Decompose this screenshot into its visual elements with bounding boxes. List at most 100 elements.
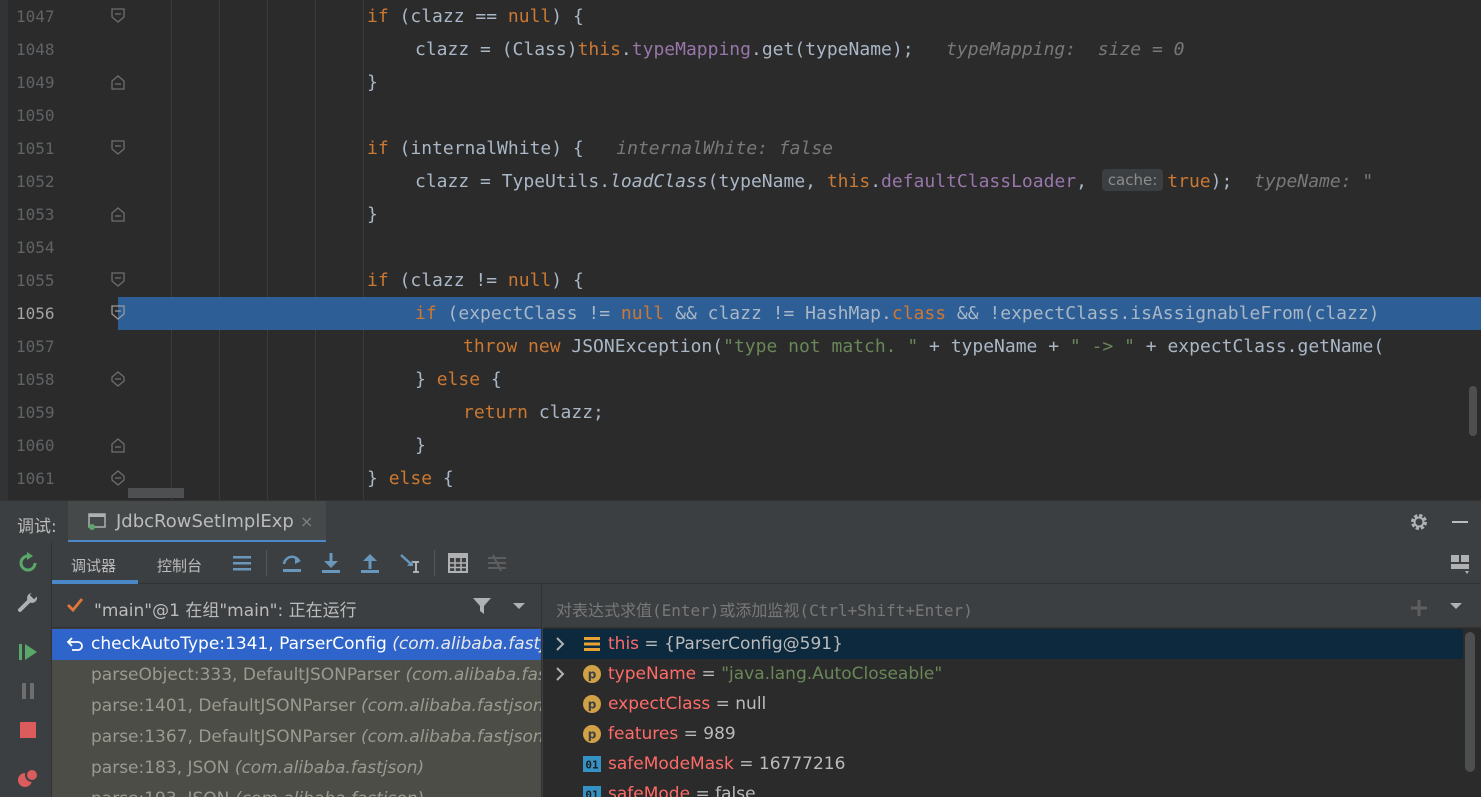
code-line[interactable]: 1060 } <box>0 429 1481 462</box>
line-number: 1052 <box>16 172 55 191</box>
line-number: 1056 <box>16 304 55 323</box>
code-text: if (internalWhite) { internalWhite: fals… <box>367 138 834 159</box>
line-number: 1048 <box>16 40 55 59</box>
line-number: 1053 <box>16 205 55 224</box>
wrench-icon[interactable] <box>16 590 40 614</box>
fold-close-icon[interactable] <box>111 206 125 222</box>
stack-frame[interactable]: parse:1401, DefaultJSONParser (com.aliba… <box>52 691 541 722</box>
variable-row[interactable]: p typeName = "java.lang.AutoCloseable" <box>543 659 1463 689</box>
debug-title-bar: 调试: JdbcRowSetImplExp × <box>0 500 1481 543</box>
minimize-icon[interactable] <box>1452 521 1468 523</box>
code-line[interactable]: 1052 clazz = TypeUtils.loadClass(typeNam… <box>0 165 1481 198</box>
code-line[interactable]: 1054 <box>0 231 1481 264</box>
stack-frame[interactable]: parseObject:333, DefaultJSONParser (com.… <box>52 660 541 691</box>
chevron-down-icon[interactable] <box>512 602 526 610</box>
parameter-icon: p <box>583 725 601 743</box>
stop-icon[interactable] <box>16 718 40 742</box>
frame-label: parse:183, JSON (com.alibaba.fastjson) <box>91 758 425 778</box>
code-line[interactable]: 1048 clazz = (Class)this.typeMapping.get… <box>0 33 1481 66</box>
fold-open-icon[interactable] <box>111 305 125 321</box>
tab-debugger[interactable]: 调试器 <box>71 555 116 576</box>
stack-frame[interactable]: parse:183, JSON (com.alibaba.fastjson) <box>52 753 541 784</box>
fold-open-icon[interactable] <box>111 8 125 24</box>
code-line[interactable]: 1061 } else { <box>0 462 1481 495</box>
code-line[interactable]: 1050 <box>0 99 1481 132</box>
fold-middle-icon[interactable] <box>111 371 125 387</box>
chevron-right-icon[interactable] <box>555 637 565 651</box>
parameter-hint: cache: <box>1101 169 1164 191</box>
fold-close-icon[interactable] <box>111 437 125 453</box>
fold-middle-icon[interactable] <box>111 470 125 486</box>
fields-icon <box>584 637 600 651</box>
code-text: if (clazz != null) { <box>367 270 584 291</box>
scrollbar-thumb[interactable] <box>1465 632 1475 772</box>
variable-row[interactable]: this = {ParserConfig@591} <box>543 629 1463 659</box>
gear-icon[interactable] <box>1408 511 1430 533</box>
line-number: 1059 <box>16 403 55 422</box>
step-out-icon[interactable] <box>358 551 382 575</box>
inline-value-hint: typeMapping: size = 0 <box>946 39 1185 60</box>
menu-lines-icon[interactable] <box>230 551 254 575</box>
variable-row[interactable]: 01 safeModeMask = 16777216 <box>543 749 1463 779</box>
thread-selector[interactable]: "main"@1 在组"main": 正在运行 <box>52 584 541 628</box>
code-line[interactable]: 1059 return clazz; <box>0 396 1481 429</box>
step-into-icon[interactable] <box>319 551 343 575</box>
line-number: 1057 <box>16 337 55 356</box>
tab-console[interactable]: 控制台 <box>157 555 202 576</box>
trace-icon[interactable] <box>485 551 509 575</box>
rerun-icon[interactable] <box>16 551 40 575</box>
resume-icon[interactable] <box>16 640 40 664</box>
variable-row[interactable]: 01 safeMode = false <box>543 779 1463 797</box>
code-editor[interactable]: 1047 if (clazz == null) { 1048 clazz = (… <box>0 0 1481 500</box>
code-text: if (expectClass != null && clazz != Hash… <box>415 303 1380 324</box>
stack-frame[interactable]: parse:193, JSON (com.alibaba.fastjson) <box>52 784 541 797</box>
variable-row[interactable]: p expectClass = null <box>543 689 1463 719</box>
fold-close-icon[interactable] <box>111 74 125 90</box>
evaluate-expression-bar[interactable]: 对表达式求值(Enter)或添加监视(Ctrl+Shift+Enter) <box>543 584 1481 628</box>
editor-vertical-scrollbar[interactable] <box>1469 386 1477 436</box>
variable-text: this = {ParserConfig@591} <box>608 634 843 654</box>
evaluate-expression-icon[interactable] <box>446 551 470 575</box>
current-execution-line[interactable]: 1056 if (expectClass != null && clazz !=… <box>0 297 1481 330</box>
svg-text:01: 01 <box>585 759 599 772</box>
add-watch-icon[interactable] <box>1409 598 1429 618</box>
variables-scrollbar[interactable] <box>1465 632 1475 797</box>
return-arrow-icon <box>66 637 83 651</box>
code-line[interactable]: 1053 } <box>0 198 1481 231</box>
stack-frame[interactable]: checkAutoType:1341, ParserConfig (com.al… <box>52 629 541 660</box>
variable-row[interactable]: p features = 989 <box>543 719 1463 749</box>
frame-label: parse:1367, DefaultJSONParser (com.aliba… <box>91 727 542 747</box>
view-breakpoints-icon[interactable] <box>16 766 40 790</box>
application-icon <box>88 513 106 530</box>
line-number: 1055 <box>16 271 55 290</box>
chevron-down-icon[interactable] <box>1449 602 1463 610</box>
code-line[interactable]: 1058 } else { <box>0 363 1481 396</box>
close-tab-icon[interactable]: × <box>300 512 313 531</box>
chevron-right-icon[interactable] <box>555 667 565 681</box>
code-line[interactable]: 1055 if (clazz != null) { <box>0 264 1481 297</box>
frame-label: parse:193, JSON (com.alibaba.fastjson) <box>91 784 424 797</box>
svg-text:p: p <box>588 668 597 682</box>
debugger-toolbar: 调试器 控制台 <box>52 542 1481 584</box>
filter-icon[interactable] <box>472 597 492 615</box>
code-text: } else { <box>367 468 454 489</box>
editor-horizontal-scrollbar[interactable] <box>128 488 184 498</box>
layout-settings-icon[interactable] <box>1448 551 1472 575</box>
run-config-tab[interactable]: JdbcRowSetImplExp × <box>68 501 326 543</box>
code-line[interactable]: 1057 throw new JSONException("type not m… <box>0 330 1481 363</box>
fold-open-icon[interactable] <box>111 140 125 156</box>
fold-open-icon[interactable] <box>111 272 125 288</box>
run-to-cursor-icon[interactable] <box>398 551 422 575</box>
code-line[interactable]: 1051 if (internalWhite) { internalWhite:… <box>0 132 1481 165</box>
evaluate-input[interactable]: 对表达式求值(Enter)或添加监视(Ctrl+Shift+Enter) <box>556 597 973 621</box>
inline-value-hint: typeName: " <box>1254 171 1374 192</box>
line-number: 1060 <box>16 436 55 455</box>
primitive-icon: 01 <box>583 756 601 772</box>
code-line[interactable]: 1047 if (clazz == null) { <box>0 0 1481 33</box>
svg-text:p: p <box>588 698 597 712</box>
code-line[interactable]: 1049 } <box>0 66 1481 99</box>
code-text: return clazz; <box>463 402 604 423</box>
pause-icon[interactable] <box>16 679 40 703</box>
step-over-icon[interactable] <box>280 551 304 575</box>
stack-frame[interactable]: parse:1367, DefaultJSONParser (com.aliba… <box>52 722 542 753</box>
